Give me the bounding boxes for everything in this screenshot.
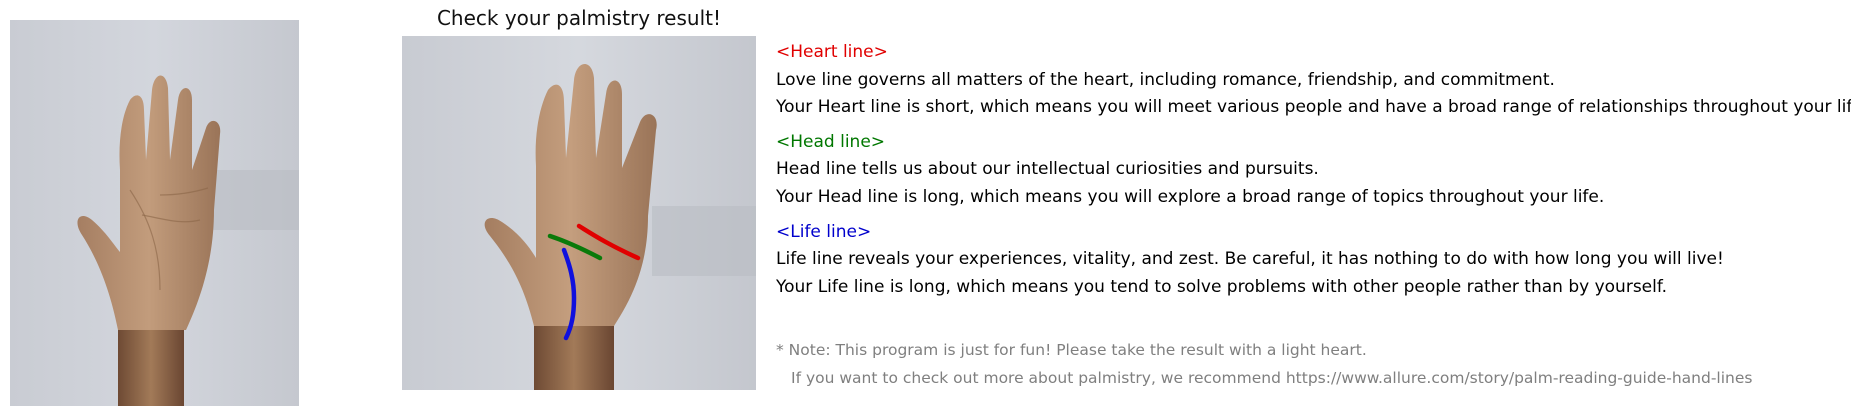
palmistry-reference-note: If you want to check out more about palm… bbox=[791, 369, 1753, 387]
life-line-description: Life line reveals your experiences, vita… bbox=[776, 249, 1724, 269]
heart-line-description: Love line governs all matters of the hea… bbox=[776, 70, 1555, 90]
palm-photo-original bbox=[10, 20, 299, 406]
head-line-description: Head line tells us about our intellectua… bbox=[776, 159, 1319, 179]
head-line-header: <Head line> bbox=[776, 132, 886, 152]
fun-disclaimer-note: * Note: This program is just for fun! Pl… bbox=[776, 341, 1367, 359]
heart-line-header: <Heart line> bbox=[776, 42, 888, 62]
life-line-result: Your Life line is long, which means you … bbox=[776, 277, 1668, 297]
head-line-result: Your Head line is long, which means you … bbox=[776, 187, 1605, 207]
palm-photo-result bbox=[402, 36, 756, 390]
heart-line-result: Your Heart line is short, which means yo… bbox=[776, 97, 1851, 117]
life-line-header: <Life line> bbox=[776, 222, 872, 242]
result-title: Check your palmistry result! bbox=[436, 6, 722, 30]
